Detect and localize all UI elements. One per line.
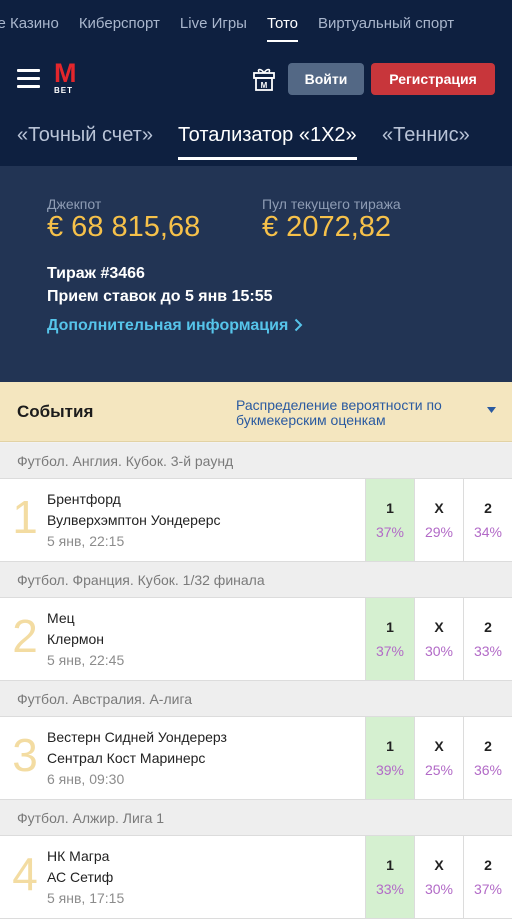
gift-icon[interactable]: M xyxy=(253,67,275,91)
tab-tennis[interactable]: «Теннис» xyxy=(382,124,470,147)
match-number: 3 xyxy=(12,729,38,781)
outcome-x-button[interactable]: X 29% xyxy=(414,479,463,561)
league-header: Футбол. Австралия. А-лига xyxy=(0,681,512,717)
outcome-label: X xyxy=(434,500,444,516)
league-header: Футбол. Алжир. Лига 1 xyxy=(0,800,512,836)
login-button[interactable]: Войти xyxy=(288,63,364,95)
outcome-probability: 30% xyxy=(424,881,454,897)
outcome-probability: 33% xyxy=(473,643,503,659)
nav-item-esports[interactable]: Киберспорт xyxy=(69,0,170,48)
logo-bet: BET xyxy=(54,86,73,95)
outcome-x-button[interactable]: X 25% xyxy=(414,717,463,799)
match-row: 4 НК Магра АС Сетиф 5 янв, 17:15 1 33% X… xyxy=(0,836,512,919)
match-time: 5 янв, 22:15 xyxy=(47,533,125,549)
team-away: Клермон xyxy=(47,631,105,647)
nav-item-live-casino[interactable]: ve Казино xyxy=(0,0,69,48)
outcome-probability: 29% xyxy=(424,524,454,540)
distribution-selector[interactable]: Распределение вероятности по букмекерски… xyxy=(236,398,476,428)
match-row: 1 Брентфорд Вулверхэмптон Уондерерс 5 ян… xyxy=(0,479,512,562)
outcome-2-button[interactable]: 2 33% xyxy=(463,598,512,680)
jackpot-value: € 68 815,68 xyxy=(47,211,201,243)
events-header: События Распределение вероятности по бук… xyxy=(0,382,512,442)
outcome-2-button[interactable]: 2 37% xyxy=(463,836,512,918)
more-info-link[interactable]: Дополнительная информация xyxy=(47,317,303,335)
outcome-x-button[interactable]: X 30% xyxy=(414,836,463,918)
match-number: 4 xyxy=(12,848,38,900)
toto-tabs: «Точный счет» Тотализатор «1Х2» «Теннис» xyxy=(0,110,512,166)
outcome-1-button[interactable]: 1 39% xyxy=(365,717,414,799)
outcome-2-button[interactable]: 2 36% xyxy=(463,717,512,799)
team-home: Брентфорд xyxy=(47,491,121,507)
outcome-label: X xyxy=(434,857,444,873)
outcome-probability: 34% xyxy=(473,524,503,540)
team-home: Мец xyxy=(47,610,75,626)
league-header: Футбол. Англия. Кубок. 3-й раунд xyxy=(0,443,512,479)
outcome-label: X xyxy=(434,619,444,635)
match-time: 5 янв, 22:45 xyxy=(47,652,125,668)
outcome-probability: 30% xyxy=(424,643,454,659)
nav-item-virtual-sport[interactable]: Виртуальный спорт xyxy=(308,0,464,48)
jackpot-label: Джекпот xyxy=(47,196,102,212)
outcome-label: 1 xyxy=(386,500,394,516)
draw-number: Тираж #3466 xyxy=(47,265,145,282)
outcome-probability: 39% xyxy=(375,762,405,778)
team-away: Сентрал Кост Маринерс xyxy=(47,750,206,766)
svg-text:M: M xyxy=(261,81,268,90)
events-title: События xyxy=(17,402,94,421)
tab-totalizator-1x2[interactable]: Тотализатор «1Х2» xyxy=(178,124,357,160)
logo-m: M xyxy=(54,58,77,88)
team-home: НК Магра xyxy=(47,848,110,864)
outcome-2-button[interactable]: 2 34% xyxy=(463,479,512,561)
outcome-probability: 37% xyxy=(375,643,405,659)
bet-deadline: Прием ставок до 5 янв 15:55 xyxy=(47,288,273,305)
top-nav: ve Казино Киберспорт Live Игры Тото Вирт… xyxy=(0,0,512,48)
nav-item-live-games[interactable]: Live Игры xyxy=(170,0,257,48)
outcome-x-button[interactable]: X 30% xyxy=(414,598,463,680)
match-number: 2 xyxy=(12,610,38,662)
nav-item-toto[interactable]: Тото xyxy=(257,0,308,48)
outcome-probability: 25% xyxy=(424,762,454,778)
match-number: 1 xyxy=(12,491,38,543)
outcome-1-button[interactable]: 1 33% xyxy=(365,836,414,918)
chevron-right-icon xyxy=(295,318,303,332)
outcome-label: 2 xyxy=(484,738,492,754)
outcome-probability: 37% xyxy=(473,881,503,897)
outcome-label: 1 xyxy=(386,738,394,754)
outcome-1-button[interactable]: 1 37% xyxy=(365,598,414,680)
match-row: 3 Вестерн Сидней Уондерерз Сентрал Кост … xyxy=(0,717,512,800)
pool-value: € 2072,82 xyxy=(262,211,392,243)
outcome-probability: 33% xyxy=(375,881,405,897)
league-header: Футбол. Франция. Кубок. 1/32 финала xyxy=(0,562,512,598)
outcome-label: 2 xyxy=(484,619,492,635)
outcome-label: 2 xyxy=(484,500,492,516)
team-away: АС Сетиф xyxy=(47,869,114,885)
outcome-probability: 36% xyxy=(473,762,503,778)
register-button[interactable]: Регистрация xyxy=(371,63,495,95)
menu-icon[interactable] xyxy=(17,69,40,88)
outcome-1-button[interactable]: 1 37% xyxy=(365,479,414,561)
chevron-down-icon[interactable] xyxy=(487,407,496,413)
match-time: 5 янв, 17:15 xyxy=(47,890,125,906)
match-row: 2 Мец Клермон 5 янв, 22:45 1 37% X 30% 2… xyxy=(0,598,512,681)
outcome-label: 2 xyxy=(484,857,492,873)
pool-label: Пул текущего тиража xyxy=(262,196,401,212)
logo[interactable]: M BET xyxy=(54,58,82,96)
team-home: Вестерн Сидней Уондерерз xyxy=(47,729,227,745)
outcome-label: 1 xyxy=(386,619,394,635)
outcome-probability: 37% xyxy=(375,524,405,540)
outcome-label: X xyxy=(434,738,444,754)
outcome-label: 1 xyxy=(386,857,394,873)
team-away: Вулверхэмптон Уондерерс xyxy=(47,512,221,528)
match-time: 6 янв, 09:30 xyxy=(47,771,125,787)
more-info-label: Дополнительная информация xyxy=(47,317,289,334)
jackpot-panel: Джекпот € 68 815,68 Пул текущего тиража … xyxy=(0,166,512,382)
header: M BET M Войти Регистрация xyxy=(0,48,512,110)
tab-exact-score[interactable]: «Точный счет» xyxy=(17,124,153,147)
